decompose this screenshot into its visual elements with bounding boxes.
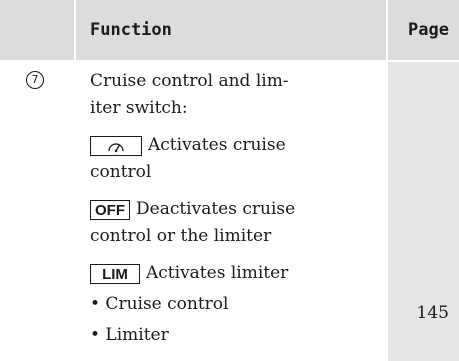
item-text: Activates cruise bbox=[148, 135, 286, 155]
off-key-row: OFF Deactivates cruise bbox=[90, 196, 380, 223]
function-table: Function Page 7 Cruise control and lim- … bbox=[0, 0, 459, 361]
item-text: Activates limiter bbox=[146, 263, 289, 283]
header-function: Function bbox=[90, 20, 172, 40]
speedometer-icon bbox=[90, 135, 142, 156]
cruise-key-row: Activates cruise bbox=[90, 132, 380, 159]
bullet-limiter: • Limiter bbox=[90, 325, 169, 345]
title-line: Cruise control and lim- bbox=[90, 71, 289, 91]
column-divider bbox=[74, 0, 76, 361]
function-description: Cruise control and lim- iter switch: Act… bbox=[90, 68, 380, 349]
header-number-cell bbox=[0, 0, 74, 60]
item-number-badge: 7 bbox=[26, 71, 44, 89]
lim-key-row: LIM Activates limiter bbox=[90, 260, 380, 287]
header-page: Page bbox=[408, 20, 449, 40]
table-header: Function Page bbox=[0, 0, 459, 60]
bullet-cruise-control: • Cruise control bbox=[90, 294, 229, 314]
item-text: control or the limiter bbox=[90, 226, 272, 246]
title-line: iter switch: bbox=[90, 98, 188, 118]
lim-key: LIM bbox=[90, 263, 140, 284]
page-number: 145 bbox=[416, 303, 449, 323]
off-key: OFF bbox=[90, 199, 130, 220]
header-divider bbox=[0, 60, 459, 62]
item-text: Deactivates cruise bbox=[136, 199, 296, 219]
item-text: control bbox=[90, 162, 152, 182]
